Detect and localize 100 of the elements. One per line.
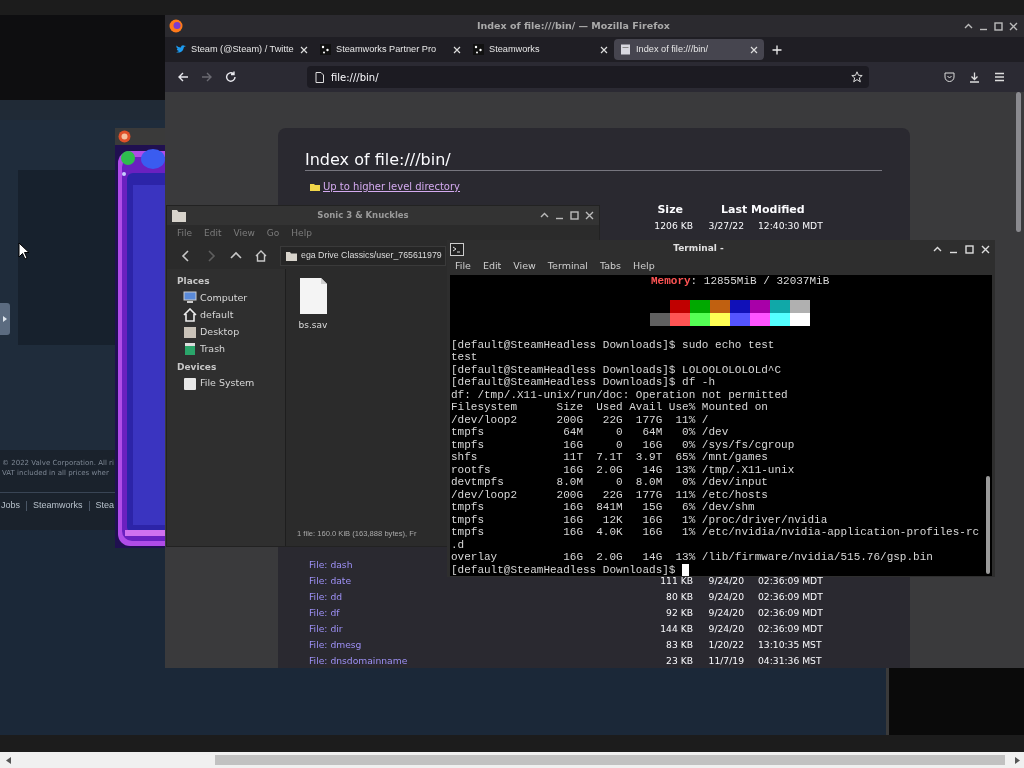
terminal-line: devtmpfs 8.0M 0 8.0M 0% /dev/input — [451, 476, 769, 489]
date-cell-text: 1/20/22 — [707, 638, 744, 653]
window-title: Index of file:///bin/ — Mozilla Firefox — [476, 18, 671, 33]
size-cell-text: 111 KB — [659, 575, 693, 589]
menu-item[interactable]: File — [455, 259, 471, 274]
folder-icon — [183, 325, 197, 339]
size-cell-text: 92 KB — [665, 606, 693, 621]
maximize-icon[interactable] — [994, 21, 1003, 31]
file-name[interactable]: bs.sav — [298, 319, 328, 333]
back-icon[interactable] — [177, 71, 189, 83]
close-icon[interactable] — [453, 45, 461, 54]
scrollbar-thumb[interactable] — [215, 755, 1005, 765]
menu-item[interactable]: Help — [291, 227, 312, 241]
collapse-icon[interactable] — [540, 211, 549, 220]
file-link[interactable]: File: dd — [309, 589, 343, 606]
sidebar-item[interactable]: default — [177, 306, 234, 324]
menu-item[interactable]: Edit — [482, 259, 502, 274]
file-link[interactable]: File: dnsdomainname — [309, 653, 408, 668]
maximize-icon[interactable] — [570, 211, 579, 220]
scrollbar-thumb[interactable] — [986, 476, 990, 574]
computer-icon — [183, 291, 197, 305]
close-icon[interactable] — [1009, 21, 1018, 31]
parent-link[interactable]: Up to higher level directory — [323, 179, 460, 195]
size-cell-text: 23 KB — [665, 654, 693, 668]
star-icon[interactable] — [851, 71, 863, 83]
page-icon — [315, 71, 324, 83]
maximize-icon[interactable] — [965, 244, 974, 254]
date-cell-text: 3/27/22 — [707, 219, 744, 234]
address-bar[interactable]: file:///bin/ — [307, 66, 869, 88]
date-cell-text: 9/24/20 — [707, 606, 744, 621]
tab[interactable]: Steam (@Steam) / Twitte — [169, 39, 314, 60]
path-bar[interactable]: ega Drive Classics/user_765611979 — [280, 246, 446, 266]
plus-icon[interactable] — [772, 44, 782, 55]
home-icon[interactable] — [255, 250, 267, 262]
file-link[interactable]: File: df — [309, 605, 340, 622]
terminal-line: rootfs 16G 2.0G 14G 13% /tmp/.X11-unix — [451, 463, 796, 476]
time-cell-text: 02:36:09 MDT — [758, 590, 824, 605]
time-cell-text: 13:10:35 MST — [758, 638, 823, 653]
arrow-right-icon[interactable] — [1015, 756, 1020, 764]
size-cell-text: 80 KB — [665, 590, 693, 605]
terminal-line: /dev/loop2 200G 22G 177G 11% /etc/hosts — [451, 488, 769, 501]
time-cell-text: 02:36:09 MDT — [758, 574, 824, 589]
terminal-line: tmpfs 16G 0 16G 0% /sys/fs/cgroup — [451, 438, 796, 451]
reload-icon[interactable] — [225, 71, 237, 83]
bird-icon — [175, 44, 186, 55]
close-icon[interactable] — [585, 211, 594, 220]
close-icon[interactable] — [600, 45, 608, 54]
collapse-icon[interactable] — [933, 244, 942, 254]
file-link[interactable]: File: date — [309, 573, 352, 590]
sidebar-item[interactable]: Desktop — [177, 323, 240, 341]
back-icon[interactable] — [180, 250, 192, 262]
terminal-line: overlay 16G 2.0G 14G 13% /lib/firmware/nvidia/515.76/gsp.bin — [451, 551, 934, 564]
file-link[interactable]: File: dash — [309, 557, 353, 574]
footer-link[interactable]: Steamworks — [33, 499, 83, 513]
collapse-icon[interactable] — [964, 21, 973, 31]
time-cell-text: 12:40:30 MDT — [758, 219, 824, 234]
chevron-shield-icon[interactable] — [944, 71, 955, 83]
close-icon[interactable] — [750, 45, 758, 54]
menu-item[interactable]: Help — [633, 259, 655, 274]
arrow-left-icon[interactable] — [6, 756, 11, 764]
side-tab[interactable] — [0, 303, 10, 335]
menu-item[interactable]: Terminal — [547, 259, 588, 274]
pointer-icon — [18, 242, 30, 260]
sidebar-item[interactable]: File System — [177, 375, 255, 392]
folder-icon — [286, 251, 297, 261]
menu-item[interactable]: View — [513, 259, 536, 274]
sidebar-item[interactable]: Trash — [177, 340, 226, 358]
terminal-line: /dev/loop2 200G 22G 177G 11% / — [451, 413, 710, 426]
terminal-line: tmpfs 16G 4.0K 16G 1% /etc/nvidia/nvidia-application-profiles-rc — [451, 526, 981, 539]
app-icon[interactable] — [118, 130, 131, 143]
trash-icon — [183, 342, 197, 356]
close-icon[interactable] — [981, 244, 990, 254]
menu-icon[interactable] — [994, 72, 1005, 82]
size-cell-text: 1206 KB — [653, 219, 693, 234]
close-icon[interactable] — [300, 45, 308, 54]
window-title: Terminal - — [672, 242, 725, 256]
folder-icon — [310, 182, 320, 191]
footer-link[interactable]: Jobs — [1, 499, 20, 513]
time-cell-text: 04:31:36 MST — [758, 654, 823, 668]
horizontal-scrollbar[interactable] — [0, 752, 1024, 768]
date-cell-text: 9/24/20 — [707, 590, 744, 605]
menu-item[interactable]: Tabs — [600, 259, 622, 274]
date-cell-text: 9/24/20 — [707, 574, 744, 589]
menu-item[interactable]: File — [177, 227, 193, 241]
footer-link[interactable]: Stea — [95, 499, 115, 513]
tab[interactable]: Index of file:///bin/ — [614, 39, 764, 60]
download-icon[interactable] — [969, 71, 980, 83]
menu-item[interactable]: Edit — [204, 227, 222, 241]
file-link[interactable]: File: dir — [309, 621, 343, 638]
file-link[interactable]: File: dmesg — [309, 637, 362, 654]
tab[interactable]: Steamworks Partner Pro — [314, 39, 467, 60]
sidebar-item[interactable]: Computer — [177, 289, 248, 307]
column-header: Last Modified — [720, 202, 806, 219]
square-icon — [473, 44, 484, 55]
scrollbar-thumb[interactable] — [1016, 92, 1021, 232]
file-icon[interactable] — [298, 277, 328, 315]
menu-item[interactable]: Go — [266, 227, 280, 241]
terminal-line: .d — [451, 538, 466, 551]
time-cell-text: 02:36:09 MDT — [758, 622, 824, 637]
tab[interactable]: Steamworks — [467, 39, 614, 60]
